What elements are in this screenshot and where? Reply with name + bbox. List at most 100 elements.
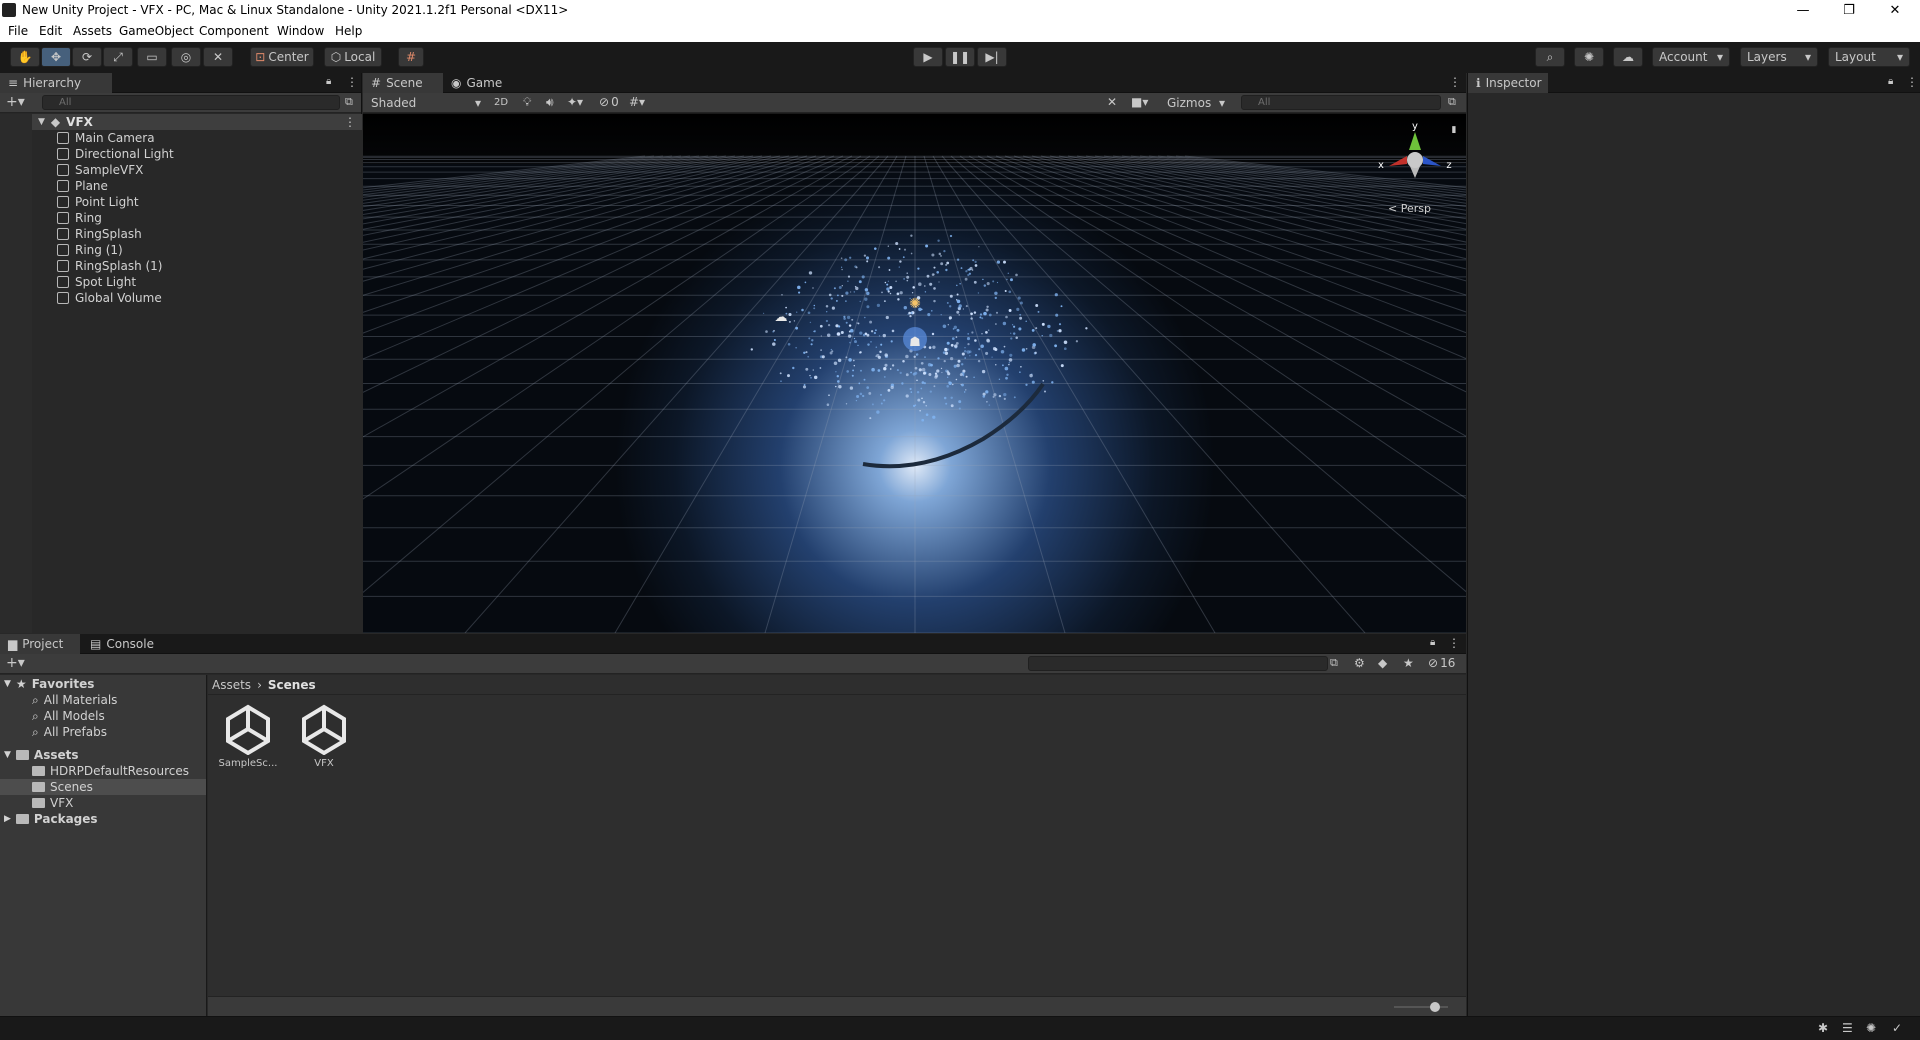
search-by-type-icon[interactable]: ⧉ bbox=[1330, 656, 1338, 670]
more-options-icon[interactable]: ⋮ bbox=[1906, 75, 1918, 89]
orientation-gizmo[interactable]: y x z ▮ bbox=[1369, 118, 1461, 198]
grid-toggle-icon[interactable]: #▾ bbox=[629, 95, 645, 109]
lock-icon[interactable]: 🔒︎ bbox=[1430, 637, 1435, 648]
filter-by-type-icon[interactable]: ⚙ bbox=[1354, 656, 1365, 670]
hidden-objects-toggle[interactable]: ⊘ 0 bbox=[599, 95, 619, 109]
collab-button[interactable]: ✺ bbox=[1574, 47, 1604, 67]
hierarchy-item[interactable]: RingSplash bbox=[57, 226, 142, 242]
menu-file[interactable]: File bbox=[8, 24, 28, 38]
tab-hierarchy[interactable]: ≡ Hierarchy bbox=[0, 73, 112, 93]
breadcrumb-assets[interactable]: Assets bbox=[212, 678, 251, 692]
hierarchy-item[interactable]: Ring (1) bbox=[57, 242, 123, 258]
lock-icon[interactable]: ▮ bbox=[1452, 125, 1457, 135]
hierarchy-item[interactable]: RingSplash (1) bbox=[57, 258, 163, 274]
tab-inspector[interactable]: ℹ Inspector bbox=[1468, 73, 1548, 93]
more-options-icon[interactable]: ⋮ bbox=[346, 75, 358, 89]
menu-gameobject[interactable]: GameObject bbox=[119, 24, 194, 38]
play-button[interactable]: ▶ bbox=[913, 47, 943, 67]
scene-search-input[interactable]: All bbox=[1241, 95, 1441, 110]
create-asset-button[interactable]: +▾ bbox=[6, 655, 25, 671]
scene-viewport[interactable]: ✺ ☁ ☗ y x z ▮ < Persp bbox=[363, 114, 1466, 633]
layers-dropdown[interactable]: Layers ▾ bbox=[1740, 47, 1818, 67]
menu-help[interactable]: Help bbox=[335, 24, 362, 38]
pivot-mode-button[interactable]: ⊡ Center bbox=[250, 47, 314, 67]
hidden-packages-toggle[interactable]: ⊘ 16 bbox=[1428, 656, 1455, 670]
hierarchy-item[interactable]: Ring bbox=[57, 210, 102, 226]
rect-tool-button[interactable]: ▭ bbox=[137, 47, 167, 67]
cache-server-icon[interactable]: ☰ bbox=[1842, 1021, 1853, 1035]
lock-icon[interactable]: 🔒︎ bbox=[326, 76, 331, 87]
zoom-slider-thumb[interactable] bbox=[1429, 1002, 1440, 1012]
assets-node[interactable]: ▼ Assets bbox=[4, 747, 79, 763]
hierarchy-item[interactable]: Directional Light bbox=[57, 146, 174, 162]
minimize-button[interactable]: — bbox=[1780, 0, 1826, 21]
menu-window[interactable]: Window bbox=[277, 24, 324, 38]
tab-game[interactable]: ◉ Game bbox=[443, 73, 513, 93]
favorite-item[interactable]: ⌕ All Models bbox=[32, 708, 105, 724]
cloud-button[interactable]: ☁ bbox=[1613, 47, 1643, 67]
asset-folder-item-selected[interactable]: Scenes bbox=[0, 779, 206, 795]
favorites-node[interactable]: ▼ ★ Favorites bbox=[4, 676, 94, 692]
hierarchy-item[interactable]: Main Camera bbox=[57, 130, 155, 146]
tab-console[interactable]: ▤ Console bbox=[82, 634, 156, 654]
more-options-icon[interactable]: ⋮ bbox=[1449, 75, 1461, 89]
project-search-input[interactable] bbox=[1028, 656, 1328, 671]
pause-button[interactable]: ❚❚ bbox=[945, 47, 975, 67]
grid-snap-button[interactable]: # bbox=[398, 47, 424, 67]
tab-project[interactable]: ▆ Project bbox=[0, 634, 80, 654]
packages-node[interactable]: ▶ Packages bbox=[4, 811, 98, 827]
account-dropdown[interactable]: Account ▾ bbox=[1652, 47, 1730, 67]
toggle-2d-button[interactable]: 2D bbox=[489, 94, 513, 111]
menu-assets[interactable]: Assets bbox=[73, 24, 112, 38]
search-button[interactable]: ⌕ bbox=[1535, 47, 1565, 67]
scene-search-options-icon[interactable]: ⧉ bbox=[1448, 95, 1456, 109]
close-button[interactable]: ✕ bbox=[1872, 0, 1918, 21]
move-tool-button[interactable]: ✥ bbox=[41, 47, 71, 67]
lighting-toggle-icon[interactable]: 💡︎ bbox=[523, 95, 531, 110]
tab-scene[interactable]: # Scene bbox=[363, 73, 443, 93]
restore-button[interactable]: ❐ bbox=[1826, 0, 1872, 21]
audio-toggle-icon[interactable]: 🔊︎ bbox=[546, 95, 554, 110]
rotate-tool-button[interactable]: ⟳ bbox=[72, 47, 102, 67]
hierarchy-item[interactable]: SampleVFX bbox=[57, 162, 143, 178]
hand-tool-button[interactable]: ✋ bbox=[10, 47, 40, 67]
breadcrumb-scenes[interactable]: Scenes bbox=[268, 678, 316, 692]
more-options-icon[interactable]: ⋮ bbox=[344, 115, 356, 129]
shading-mode-dropdown[interactable]: Shaded ▾ bbox=[367, 94, 485, 111]
bug-icon[interactable]: ✱ bbox=[1818, 1021, 1828, 1035]
menu-edit[interactable]: Edit bbox=[39, 24, 62, 38]
scene-root-row[interactable]: ▼ ◆ VFX ⋮ bbox=[32, 114, 362, 130]
effects-toggle-icon[interactable]: ✦▾ bbox=[567, 95, 583, 109]
menu-component[interactable]: Component bbox=[199, 24, 269, 38]
favorite-item[interactable]: ⌕ All Prefabs bbox=[32, 724, 107, 740]
scene-asset-tile[interactable]: VFX bbox=[294, 703, 354, 783]
favorite-star-icon[interactable]: ★ bbox=[1403, 656, 1414, 670]
zoom-slider-track[interactable] bbox=[1394, 1006, 1448, 1008]
favorite-item[interactable]: ⌕ All Materials bbox=[32, 692, 117, 708]
camera-settings-icon[interactable]: ■▾ bbox=[1131, 95, 1148, 109]
scale-tool-button[interactable]: ⤢ bbox=[103, 47, 133, 67]
hierarchy-item[interactable]: Spot Light bbox=[57, 274, 136, 290]
gizmos-dropdown[interactable]: Gizmos ▾ bbox=[1163, 94, 1229, 111]
pivot-space-button[interactable]: ⬡ Local bbox=[324, 47, 382, 67]
projection-label[interactable]: < Persp bbox=[1388, 202, 1431, 215]
more-options-icon[interactable]: ⋮ bbox=[1448, 636, 1460, 650]
scene-asset-tile[interactable]: SampleSc... bbox=[218, 703, 278, 783]
asset-folder-item[interactable]: HDRPDefaultResources bbox=[32, 763, 189, 779]
hierarchy-item[interactable]: Point Light bbox=[57, 194, 139, 210]
auto-generate-lighting-icon[interactable]: ✺ bbox=[1866, 1021, 1876, 1035]
chevron-down-icon[interactable]: ▼ bbox=[38, 117, 45, 127]
tools-toggle-icon[interactable]: ✕ bbox=[1107, 95, 1117, 109]
asset-folder-item[interactable]: VFX bbox=[32, 795, 73, 811]
transform-tool-button[interactable]: ◎ bbox=[171, 47, 201, 67]
scene-visibility-icon[interactable]: ⧉ bbox=[345, 95, 353, 109]
custom-tool-button[interactable]: ✕ bbox=[203, 47, 233, 67]
progress-ok-icon[interactable]: ✓ bbox=[1892, 1021, 1902, 1035]
lock-icon[interactable]: 🔒︎ bbox=[1888, 76, 1893, 87]
step-button[interactable]: ▶| bbox=[977, 47, 1007, 67]
hierarchy-item[interactable]: Global Volume bbox=[57, 290, 162, 306]
hierarchy-search-input[interactable]: All bbox=[42, 95, 340, 110]
filter-by-label-icon[interactable]: ◆ bbox=[1378, 656, 1387, 670]
layout-dropdown[interactable]: Layout ▾ bbox=[1828, 47, 1910, 67]
hierarchy-item[interactable]: Plane bbox=[57, 178, 108, 194]
